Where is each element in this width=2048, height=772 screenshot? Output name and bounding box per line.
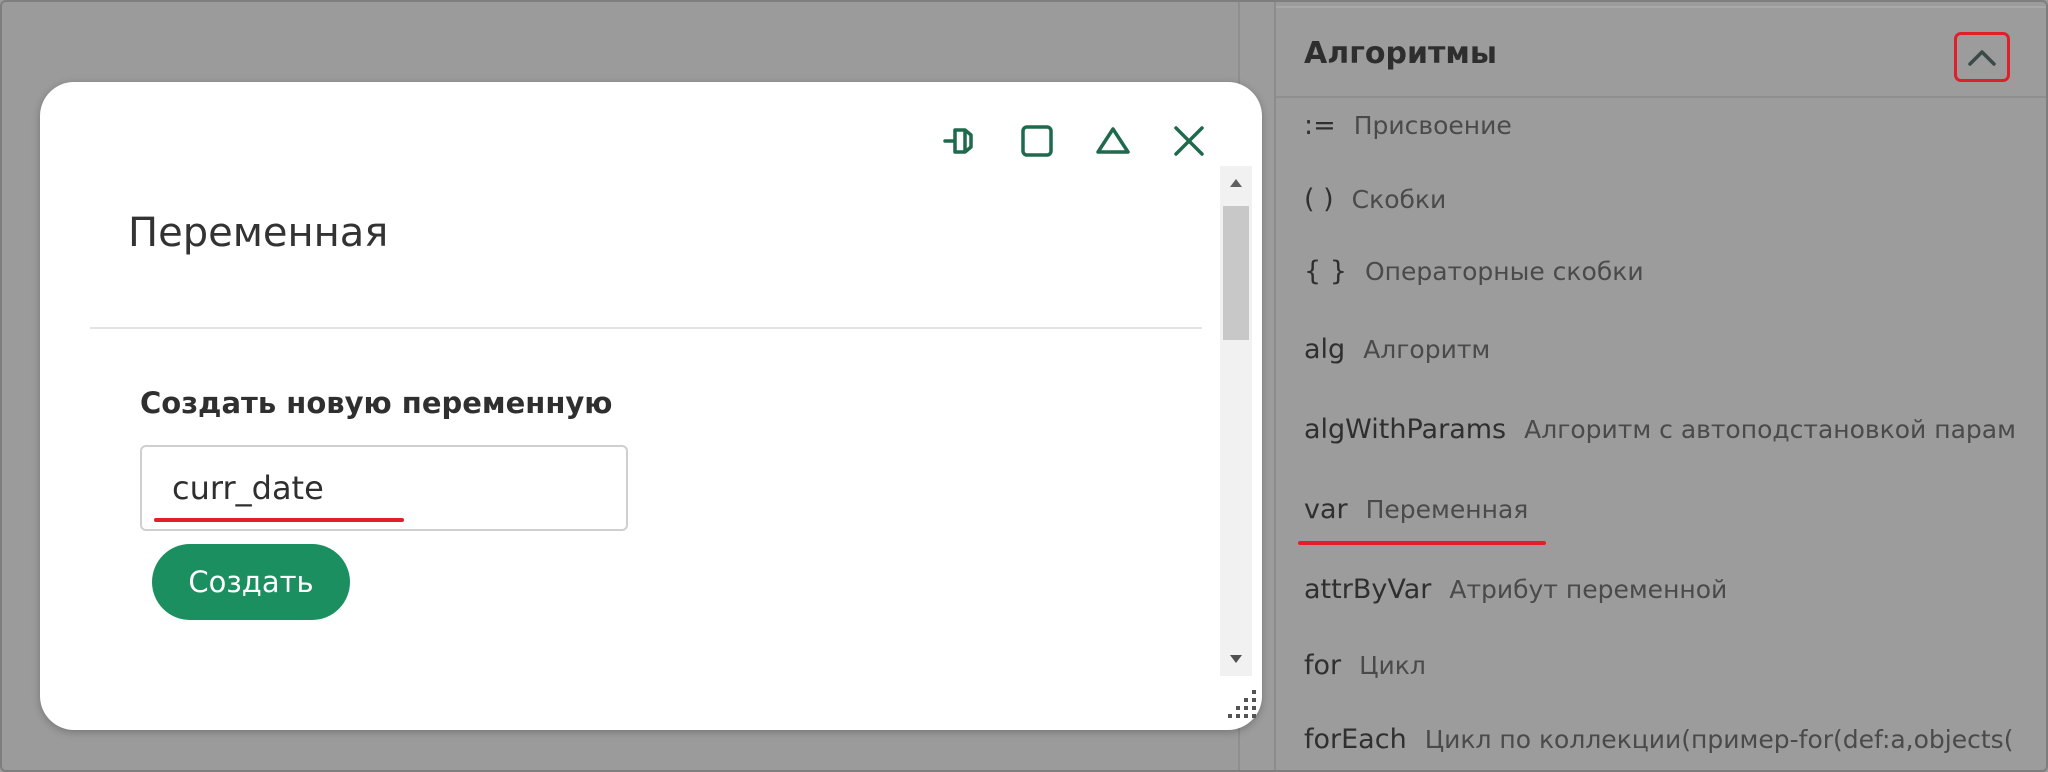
list-item[interactable]: alg Алгоритм <box>1304 334 2044 374</box>
algo-code: attrByVar <box>1304 574 1432 605</box>
algo-desc: Присвоение <box>1353 111 1512 140</box>
algo-desc: Алгоритм с автоподстановкой парам <box>1524 415 2016 444</box>
list-item[interactable]: := Присвоение <box>1304 110 2044 150</box>
algo-code: alg <box>1304 334 1346 365</box>
algo-code: forEach <box>1304 724 1407 755</box>
app-frame: Алгоритмы := Присвоение ( ) Скобки { } О… <box>0 0 2048 772</box>
collapse-dialog-button[interactable] <box>1090 118 1136 164</box>
pin-icon <box>943 128 973 154</box>
algorithms-panel: Алгоритмы := Присвоение ( ) Скобки { } О… <box>1274 2 2046 770</box>
algo-desc: Цикл <box>1359 651 1426 680</box>
algo-code: := <box>1304 110 1336 141</box>
algo-desc: Атрибут переменной <box>1449 575 1728 604</box>
panel-title: Алгоритмы <box>1304 36 1498 71</box>
algo-desc: Цикл по коллекции(пример-for(def:a,objec… <box>1424 725 2014 754</box>
dialog-separator <box>90 327 1202 329</box>
input-highlight <box>154 518 404 522</box>
scroll-down-button[interactable] <box>1220 642 1252 676</box>
triangle-icon <box>1096 127 1130 154</box>
square-icon <box>1021 125 1053 157</box>
list-item[interactable]: attrByVar Атрибут переменной <box>1304 574 2044 614</box>
algo-desc: Переменная <box>1365 495 1529 524</box>
scroll-up-button[interactable] <box>1220 166 1252 200</box>
create-button[interactable]: Создать <box>152 544 350 620</box>
panel-top-line <box>1276 6 2046 8</box>
var-item-highlight <box>1298 541 1546 545</box>
algo-desc: Алгоритм <box>1363 335 1491 364</box>
variable-dialog: Переменная Создать новую переменную Созд… <box>40 82 1262 730</box>
algo-code: ( ) <box>1304 184 1334 215</box>
algo-code: var <box>1304 494 1348 525</box>
list-item[interactable]: forEach Цикл по коллекции(пример-for(def… <box>1304 724 2044 764</box>
list-item[interactable]: { } Операторные скобки <box>1304 256 2044 296</box>
panel-header: Алгоритмы <box>1276 10 2046 98</box>
pin-button[interactable] <box>938 118 984 164</box>
dialog-toolbar <box>938 118 1212 164</box>
algo-code: { } <box>1304 256 1347 287</box>
arrow-up-icon <box>1230 179 1242 187</box>
maximize-button[interactable] <box>1014 118 1060 164</box>
list-item[interactable]: ( ) Скобки <box>1304 184 2044 224</box>
create-variable-label: Создать новую переменную <box>140 386 613 420</box>
close-button[interactable] <box>1166 118 1212 164</box>
algo-code: algWithParams <box>1304 414 1507 445</box>
chevron-up-icon <box>1968 50 1996 66</box>
collapse-button[interactable] <box>1954 32 2010 82</box>
arrow-down-icon <box>1230 655 1242 663</box>
algo-desc: Скобки <box>1351 185 1447 214</box>
algo-code: for <box>1304 650 1342 681</box>
list-item[interactable]: var Переменная <box>1304 494 2044 534</box>
algo-desc: Операторные скобки <box>1364 257 1644 286</box>
close-icon <box>1174 126 1204 156</box>
resize-grip-icon[interactable] <box>1220 688 1260 724</box>
dialog-scrollbar[interactable] <box>1220 166 1252 676</box>
list-item[interactable]: algWithParams Алгоритм с автоподстановко… <box>1304 414 2044 454</box>
list-item[interactable]: for Цикл <box>1304 650 2044 690</box>
scroll-thumb[interactable] <box>1223 206 1249 340</box>
dialog-title: Переменная <box>128 210 389 256</box>
